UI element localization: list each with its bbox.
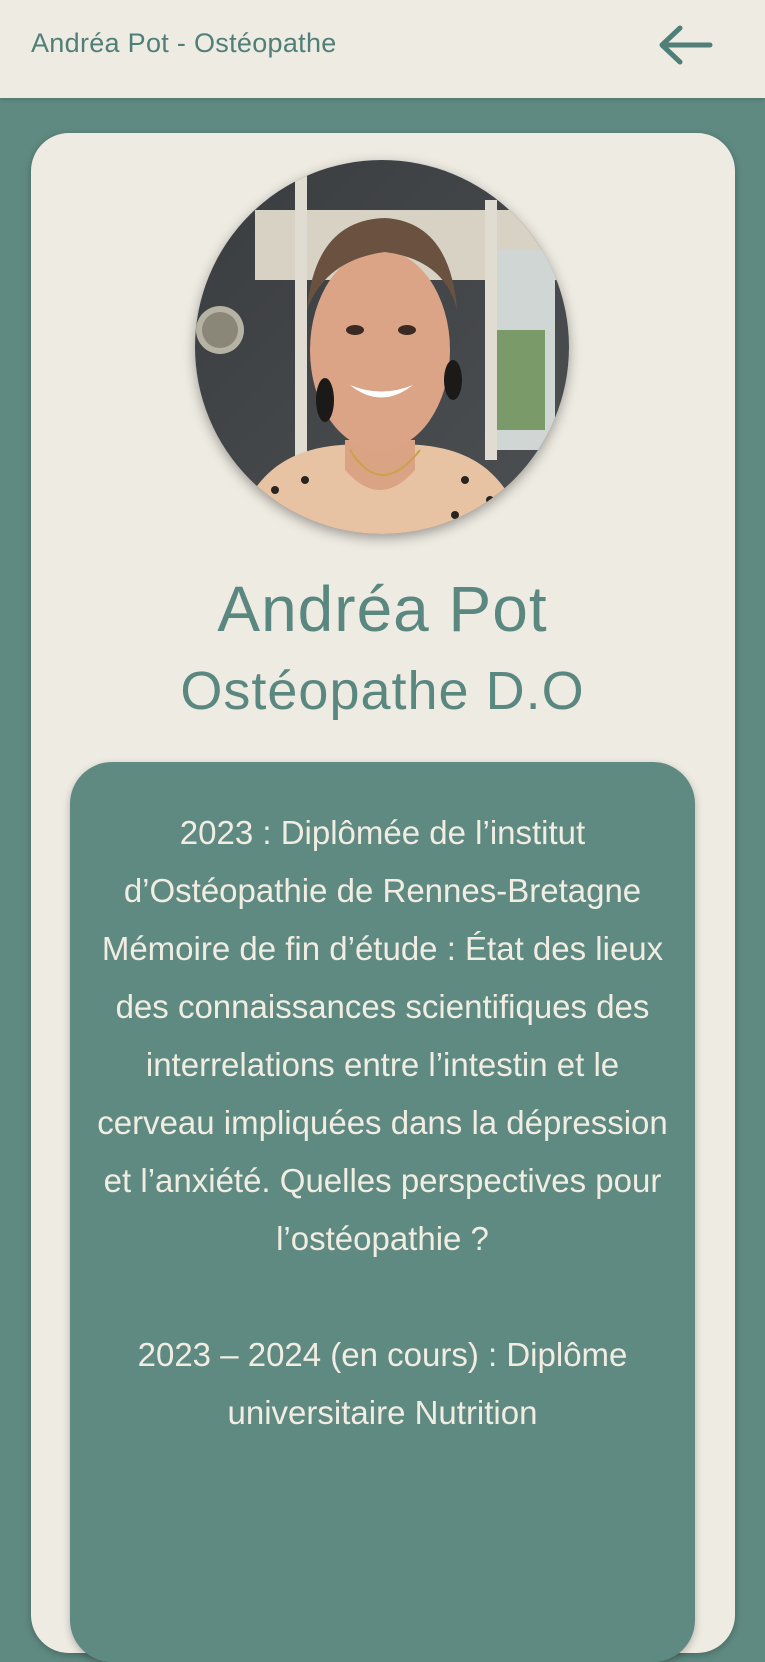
bio-spacer [94,1268,671,1326]
bio-paragraph-nutrition: 2023 – 2024 (en cours) : Diplôme univers… [137,1336,628,1431]
app-header: Andréa Pot - Ostéopathe [0,0,765,98]
page-title: Andréa Pot - Ostéopathe [31,28,337,58]
bio-paragraph-diploma: 2023 : Diplômée de l’institut d’Ostéopat… [123,814,642,909]
profile-name: Andréa Pot [217,573,548,645]
profile-photo [195,160,569,534]
profile-role: Ostéopathe D.O [180,661,585,721]
bio-panel: 2023 : Diplômée de l’institut d’Ostéopat… [70,762,695,1662]
back-button[interactable] [656,24,714,66]
arrow-left-icon [659,25,713,65]
bio-paragraph-thesis: Mémoire de fin d’étude : État des lieux … [97,930,668,1257]
